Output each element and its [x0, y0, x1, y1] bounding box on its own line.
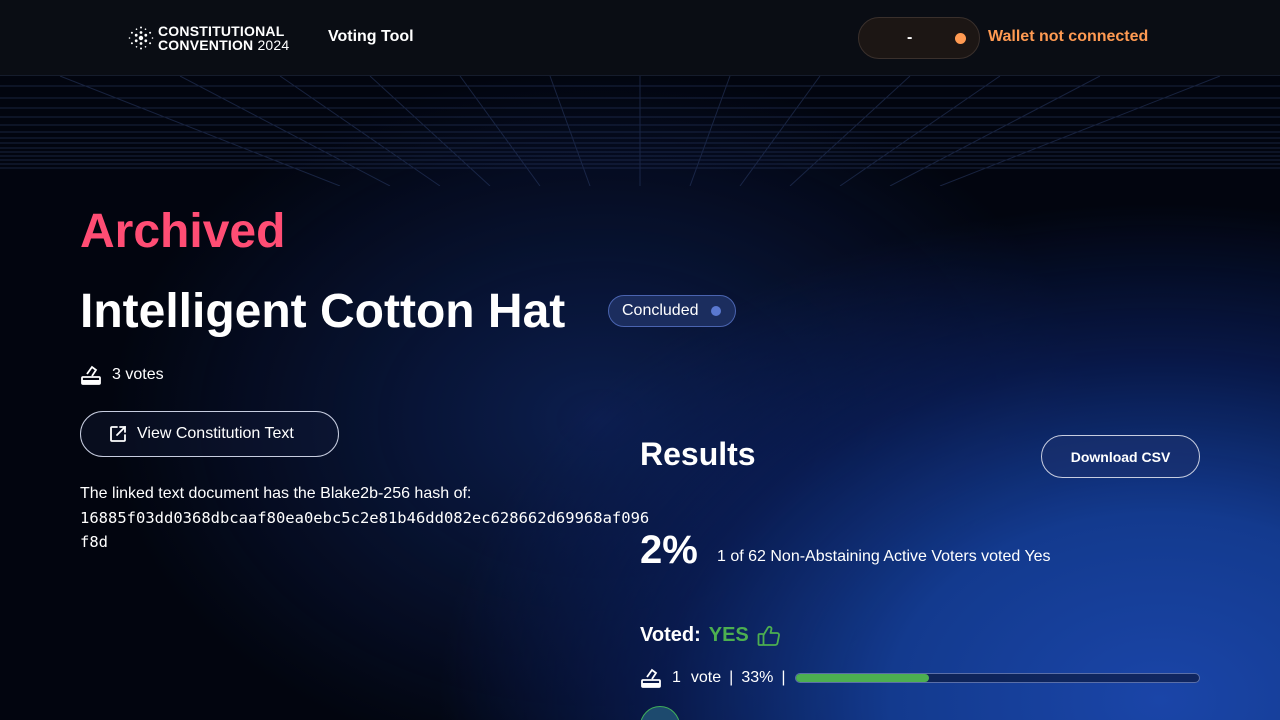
- logo-line1: CONSTITUTIONAL: [158, 23, 285, 39]
- vote-count: 1: [672, 669, 681, 686]
- status-badge-label: Concluded: [622, 302, 699, 319]
- votes-count: 3 votes: [112, 366, 164, 383]
- top-header: CONSTITUTIONAL CONVENTION 2024 Voting To…: [0, 0, 1280, 76]
- voter-avatar[interactable]: [640, 706, 680, 720]
- voted-choice: YES: [708, 624, 749, 646]
- logo-wordmark: CONSTITUTIONAL CONVENTION 2024: [158, 24, 289, 52]
- view-constitution-button[interactable]: View Constitution Text: [80, 411, 339, 457]
- external-link-icon: [110, 426, 126, 442]
- votes-count-row: 3 votes: [80, 364, 164, 386]
- results-summary: 1 of 62 Non-Abstaining Active Voters vot…: [717, 548, 1051, 565]
- hash-intro: The linked text document has the Blake2b…: [80, 485, 472, 502]
- site-logo[interactable]: CONSTITUTIONAL CONVENTION 2024: [128, 24, 289, 52]
- results-percent: 2%: [640, 528, 698, 572]
- logo-line2-text: CONVENTION: [158, 37, 254, 53]
- wallet-status-dot: [955, 33, 966, 44]
- voted-label: Voted:: [640, 624, 701, 646]
- vote-progress-bar: [795, 673, 1200, 683]
- vote-percent: 33%: [741, 669, 774, 686]
- stats-separator: |: [729, 669, 734, 686]
- logo-year: 2024: [257, 37, 290, 53]
- ballot-box-icon: [81, 365, 101, 385]
- status-badge-dot: [711, 306, 721, 316]
- wallet-status-text: Wallet not connected: [988, 28, 1149, 45]
- proposal-title: Intelligent Cotton Hat: [80, 285, 566, 338]
- download-csv-button[interactable]: Download CSV: [1041, 435, 1200, 478]
- archived-heading: Archived: [80, 205, 286, 258]
- hash-info: The linked text document has the Blake2b…: [80, 482, 650, 554]
- view-constitution-label: View Constitution Text: [137, 425, 294, 442]
- hash-value: 16885f03dd0368dbcaaf80ea0ebc5c2e81b46dd0…: [80, 509, 650, 551]
- vote-stats-row: 1 vote | 33% |: [640, 666, 794, 690]
- status-badge: Concluded: [608, 295, 736, 327]
- header-grid-decoration: [0, 76, 1280, 186]
- vote-progress-fill: [796, 674, 929, 682]
- stats-separator: |: [781, 669, 786, 686]
- wallet-value: -: [907, 29, 913, 46]
- logo-line2: CONVENTION 2024: [158, 38, 289, 52]
- cardano-logo-icon: [128, 26, 154, 50]
- results-title: Results: [640, 436, 756, 472]
- thumbs-up-icon: [757, 625, 780, 646]
- nav-voting-tool[interactable]: Voting Tool: [328, 28, 414, 46]
- voted-row: Voted: YES: [640, 624, 781, 647]
- wallet-button[interactable]: -: [858, 17, 980, 59]
- ballot-box-icon: [641, 668, 661, 688]
- vote-word: vote: [690, 669, 722, 686]
